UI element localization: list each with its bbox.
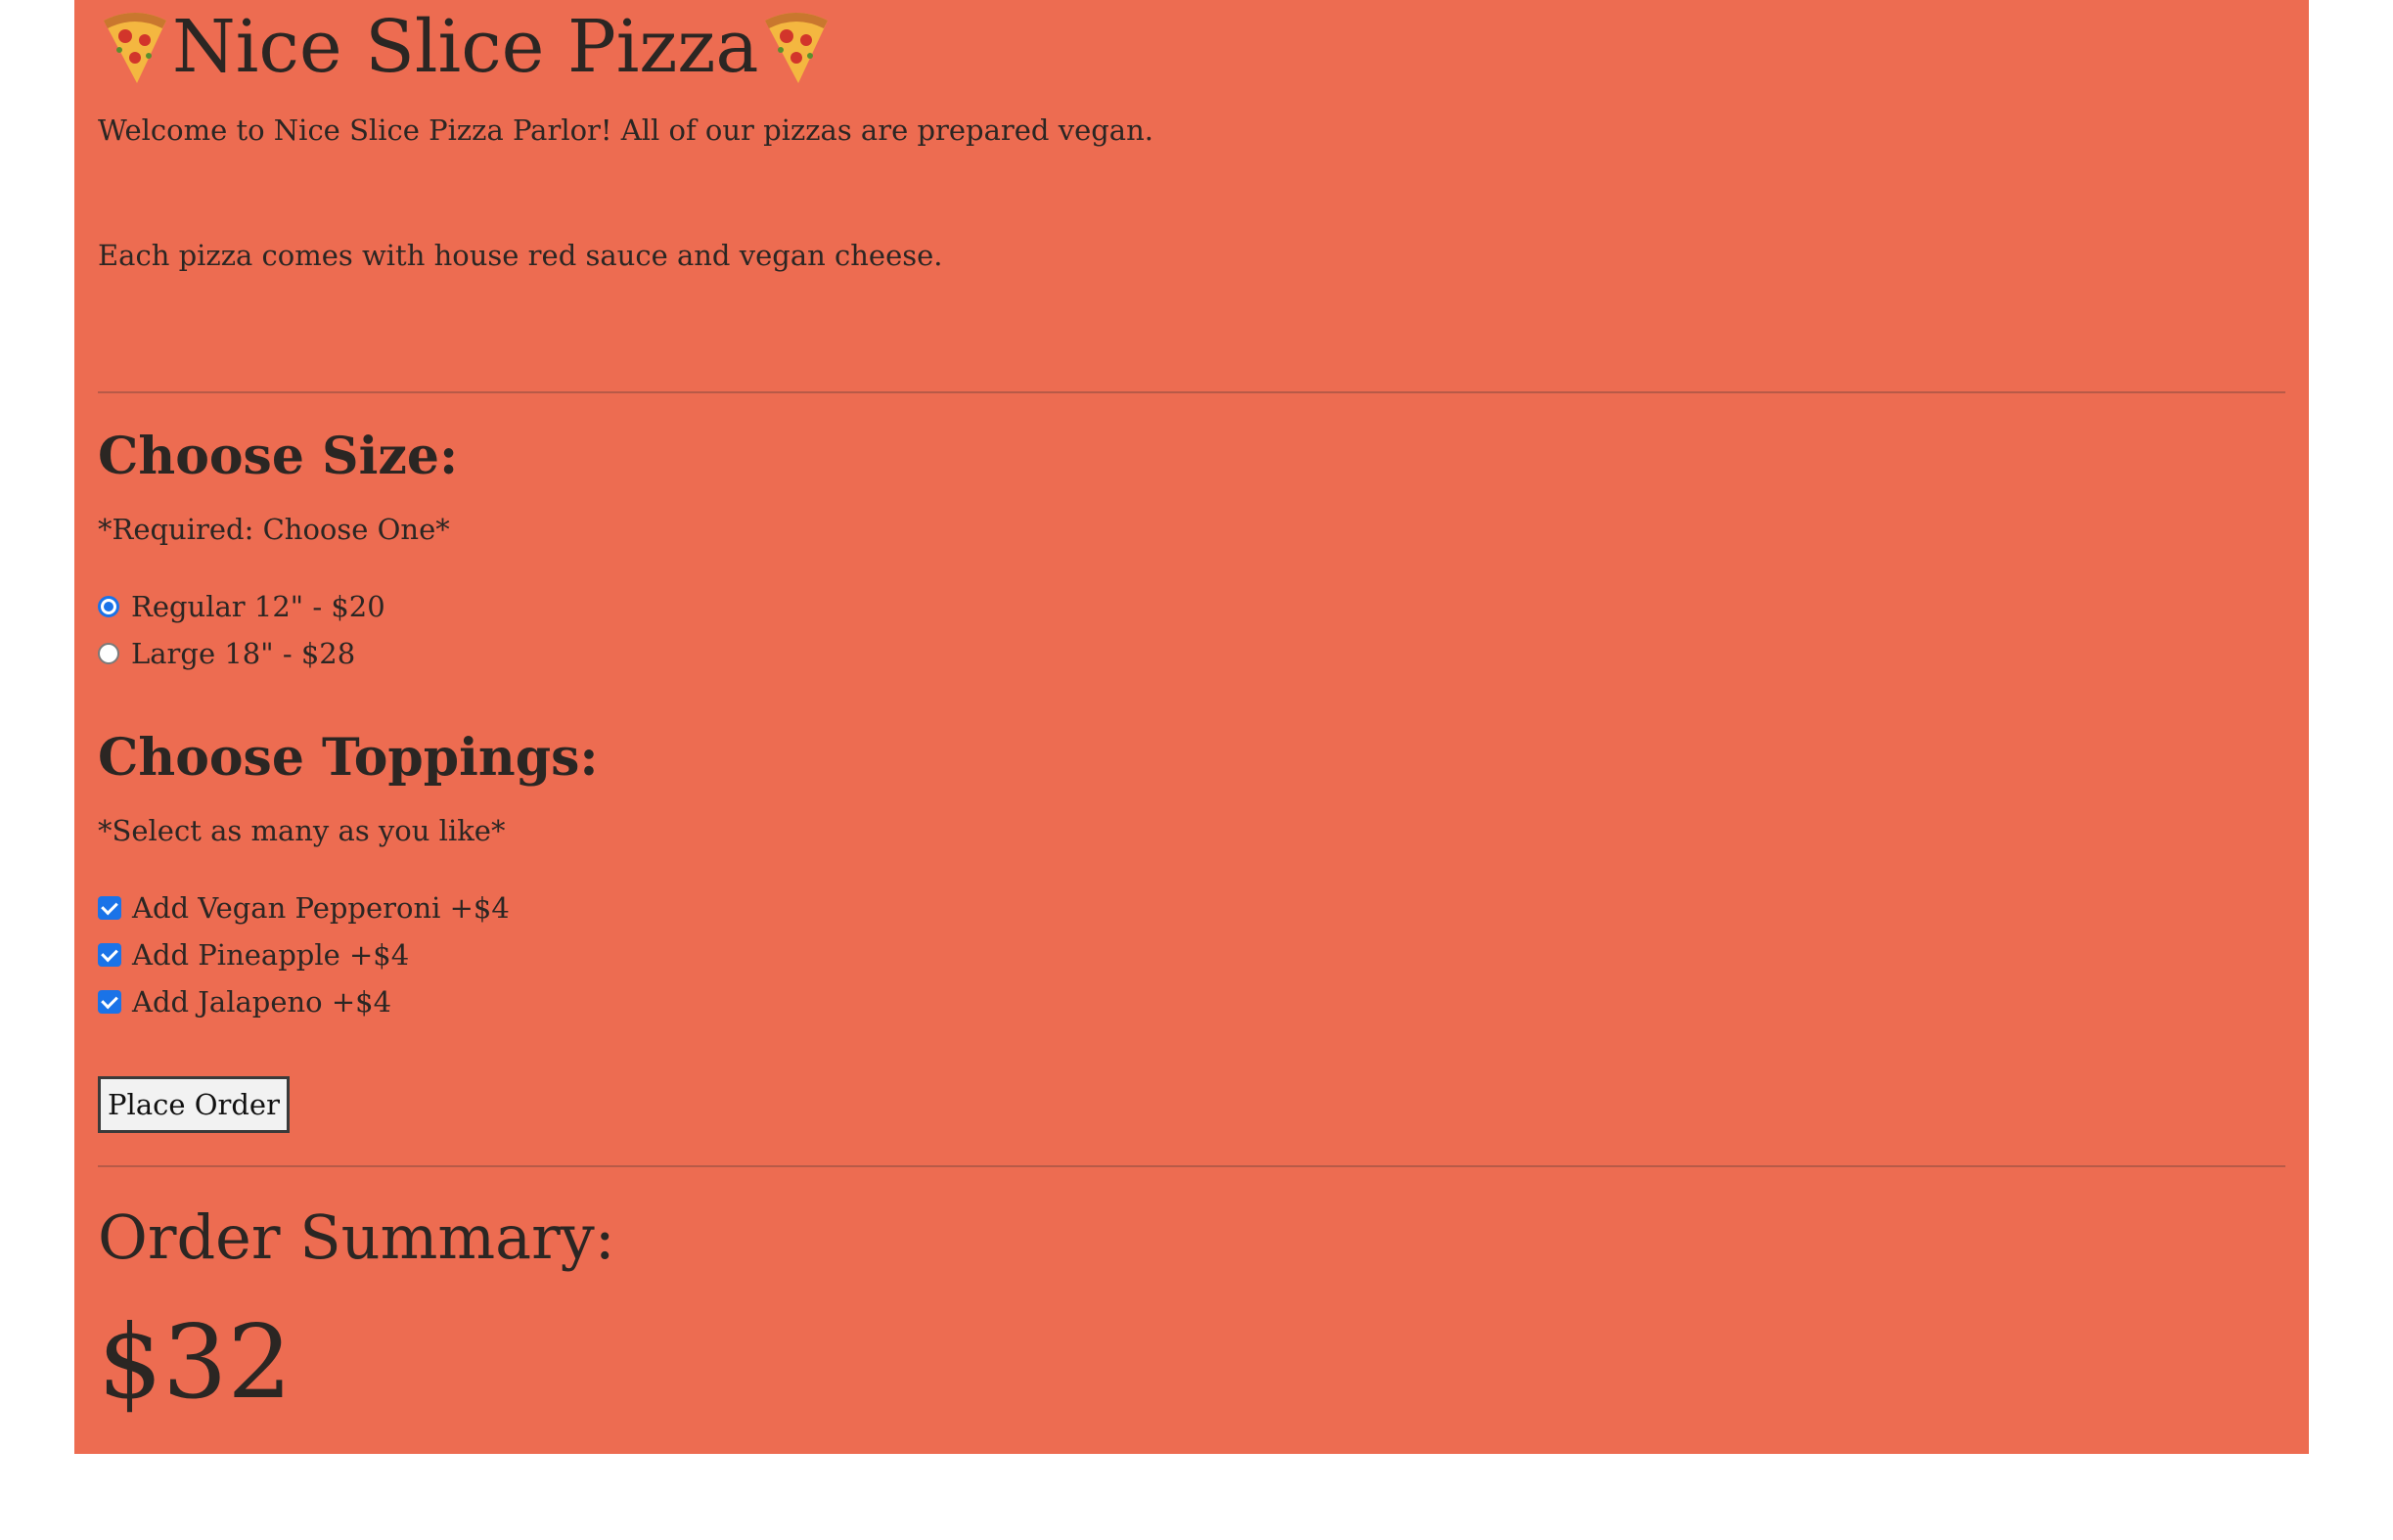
divider [98, 1165, 2285, 1167]
pizza-slice-icon [98, 7, 172, 87]
pizza-order-panel: Nice Slice Pizza Welcome to Nice Slice P… [74, 0, 2309, 1454]
place-order-button[interactable]: Place Order [98, 1076, 290, 1133]
size-option-large[interactable]: Large 18" - $28 [98, 634, 355, 673]
topping-option-label: Add Jalapeno +$4 [132, 985, 392, 1019]
welcome-text: Welcome to Nice Slice Pizza Parlor! All … [98, 113, 1153, 147]
page-title: Nice Slice Pizza [98, 0, 834, 94]
description-text: Each pizza comes with house red sauce an… [98, 239, 943, 272]
topping-option-label: Add Vegan Pepperoni +$4 [132, 891, 510, 925]
topping-option-jalapeno[interactable]: Add Jalapeno +$4 [98, 982, 391, 1021]
order-summary-heading: Order Summary: [98, 1201, 615, 1273]
size-heading: Choose Size: [98, 427, 459, 486]
divider [98, 391, 2285, 393]
order-total: $32 [98, 1302, 293, 1422]
toppings-heading: Choose Toppings: [98, 728, 599, 788]
topping-checkbox-pineapple[interactable] [98, 943, 121, 967]
size-radio-large[interactable] [98, 643, 119, 664]
size-radio-regular[interactable] [98, 596, 119, 617]
toppings-note: *Select as many as you like* [98, 814, 506, 847]
title-text: Nice Slice Pizza [172, 5, 759, 89]
topping-option-label: Add Pineapple +$4 [132, 938, 410, 972]
topping-checkbox-pepperoni[interactable] [98, 896, 121, 920]
topping-option-pepperoni[interactable]: Add Vegan Pepperoni +$4 [98, 888, 510, 928]
size-option-label: Large 18" - $28 [131, 637, 356, 670]
size-option-label: Regular 12" - $20 [131, 590, 385, 623]
size-note: *Required: Choose One* [98, 513, 450, 546]
pizza-slice-icon [759, 7, 834, 87]
topping-option-pineapple[interactable]: Add Pineapple +$4 [98, 935, 409, 974]
size-option-regular[interactable]: Regular 12" - $20 [98, 587, 385, 626]
topping-checkbox-jalapeno[interactable] [98, 990, 121, 1014]
